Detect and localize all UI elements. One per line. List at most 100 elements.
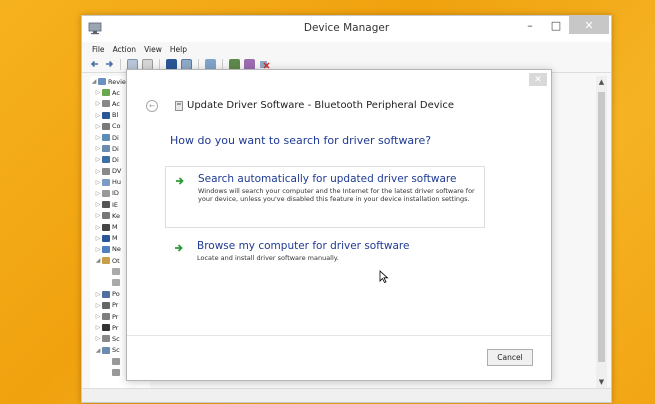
tree-expander-icon[interactable]: ▷	[94, 335, 102, 342]
tree-expander-icon[interactable]: ▷	[94, 123, 102, 130]
tree-expander-icon[interactable]: ▷	[94, 212, 102, 219]
forward-arrow-icon[interactable]	[104, 59, 114, 69]
device-category-icon	[112, 368, 120, 376]
tree-item-label: Ne	[112, 245, 121, 254]
scan-hardware-icon[interactable]	[205, 58, 216, 70]
tree-item-label: Co	[112, 122, 121, 131]
tree-item-label: IE	[112, 200, 119, 209]
tree-expander-icon[interactable]: ▷	[94, 235, 102, 242]
close-button[interactable]: ✕	[569, 16, 609, 34]
tree-item-label: Bl	[112, 111, 119, 120]
dialog-footer-divider	[127, 335, 551, 336]
device-category-icon	[102, 167, 110, 175]
maximize-button[interactable]: □	[543, 16, 569, 34]
tree-expander-icon[interactable]: ▷	[94, 291, 102, 298]
option-description: Windows will search your computer and th…	[198, 187, 475, 204]
monitor-icon[interactable]	[181, 58, 192, 70]
tree-expander-icon[interactable]: ▷	[94, 313, 102, 320]
vertical-scrollbar[interactable]: ▲ ▼	[596, 76, 607, 388]
tree-expander-icon[interactable]: ▷	[94, 302, 102, 309]
tree-expander-icon[interactable]: ◢	[94, 257, 102, 264]
tree-expander-icon[interactable]: ▷	[94, 246, 102, 253]
device-category-icon	[102, 134, 110, 142]
title-bar: Device Manager – □ ✕	[82, 16, 611, 42]
menu-file[interactable]: File	[92, 45, 105, 54]
option-description: Locate and install driver software manua…	[197, 254, 339, 262]
tree-expander-icon[interactable]: ▷	[94, 89, 102, 96]
tree-item-label: Di	[112, 144, 119, 153]
tree-expander-icon[interactable]: ▷	[94, 324, 102, 331]
device-category-icon	[102, 245, 110, 253]
green-arrow-icon	[175, 244, 183, 252]
tree-item-label: DV	[112, 167, 122, 176]
tree-expander-icon[interactable]: ▷	[94, 179, 102, 186]
search-automatically-option[interactable]: Search automatically for updated driver …	[165, 166, 485, 228]
tree-expander-icon[interactable]: ▷	[94, 201, 102, 208]
device-category-icon	[102, 189, 110, 197]
scroll-down-icon[interactable]: ▼	[596, 378, 607, 386]
update-driver-icon[interactable]	[229, 58, 240, 70]
device-category-icon	[112, 279, 120, 287]
tree-item-label: Hu	[112, 178, 122, 187]
device-category-icon	[102, 89, 110, 97]
tree-expander-icon[interactable]: ▷	[94, 100, 102, 107]
scroll-thumb[interactable]	[598, 92, 605, 362]
dialog-title: Update Driver Software - Bluetooth Perip…	[187, 100, 455, 111]
device-category-icon	[102, 324, 110, 332]
device-category-icon	[102, 257, 110, 265]
dialog-question: How do you want to search for driver sof…	[170, 134, 432, 147]
minimize-button[interactable]: –	[517, 16, 543, 34]
tree-item-label: Ac	[112, 88, 120, 97]
device-category-icon	[102, 178, 110, 186]
green-arrow-icon	[176, 177, 184, 185]
dialog-back-button[interactable]: ←	[146, 100, 158, 112]
device-category-icon	[102, 223, 110, 231]
tree-expander-icon[interactable]: ▷	[94, 168, 102, 175]
tree-item-label: Po	[112, 290, 120, 299]
browse-computer-option[interactable]: Browse my computer for driver software L…	[165, 234, 485, 274]
toolbar-separator	[120, 58, 121, 70]
update-driver-dialog: ✕ ← Update Driver Software - Bluetooth P…	[126, 69, 552, 381]
uninstall-device-icon[interactable]	[259, 59, 270, 70]
tree-item-label: Pr	[112, 323, 119, 332]
device-category-icon	[102, 301, 110, 309]
tree-item-label: Ke	[112, 211, 120, 220]
tree-expander-icon[interactable]: ▷	[94, 224, 102, 231]
tree-item-label: Sc	[112, 334, 120, 343]
tree-item-label: Pr	[112, 301, 119, 310]
tree-expander-icon[interactable]: ▷	[94, 145, 102, 152]
tree-expander-icon[interactable]: ▷	[94, 156, 102, 163]
tree-expander-icon[interactable]: ▷	[94, 112, 102, 119]
tree-item-label: Pr	[112, 312, 119, 321]
tree-expander-icon[interactable]: ◢	[90, 78, 98, 85]
toolbar-separator	[159, 58, 160, 70]
properties-icon[interactable]	[127, 58, 138, 70]
device-category-icon	[102, 156, 110, 164]
help-icon[interactable]	[166, 58, 177, 70]
view-icon[interactable]	[142, 58, 153, 70]
menu-view[interactable]: View	[144, 45, 162, 54]
device-category-icon	[98, 78, 106, 86]
status-bar	[82, 388, 611, 402]
device-category-icon	[102, 145, 110, 153]
device-icon	[175, 101, 183, 111]
toolbar-separator	[222, 58, 223, 70]
mouse-cursor-icon	[379, 270, 389, 284]
device-category-icon	[102, 234, 110, 242]
device-category-icon	[102, 335, 110, 343]
menu-help[interactable]: Help	[170, 45, 187, 54]
cancel-button[interactable]: Cancel	[487, 349, 533, 366]
back-arrow-icon[interactable]	[90, 59, 100, 69]
menu-action[interactable]: Action	[113, 45, 137, 54]
device-category-icon	[102, 122, 110, 130]
tree-item-label: Sc	[112, 346, 120, 355]
window-controls: – □ ✕	[517, 16, 609, 34]
scroll-up-icon[interactable]: ▲	[596, 78, 607, 86]
tree-item-label: Ac	[112, 99, 120, 108]
tree-expander-icon[interactable]: ◢	[94, 347, 102, 354]
tree-item-label: Revie	[108, 77, 126, 86]
tree-expander-icon[interactable]: ▷	[94, 190, 102, 197]
dialog-close-button[interactable]: ✕	[529, 73, 547, 86]
disable-device-icon[interactable]	[244, 58, 255, 70]
tree-expander-icon[interactable]: ▷	[94, 134, 102, 141]
